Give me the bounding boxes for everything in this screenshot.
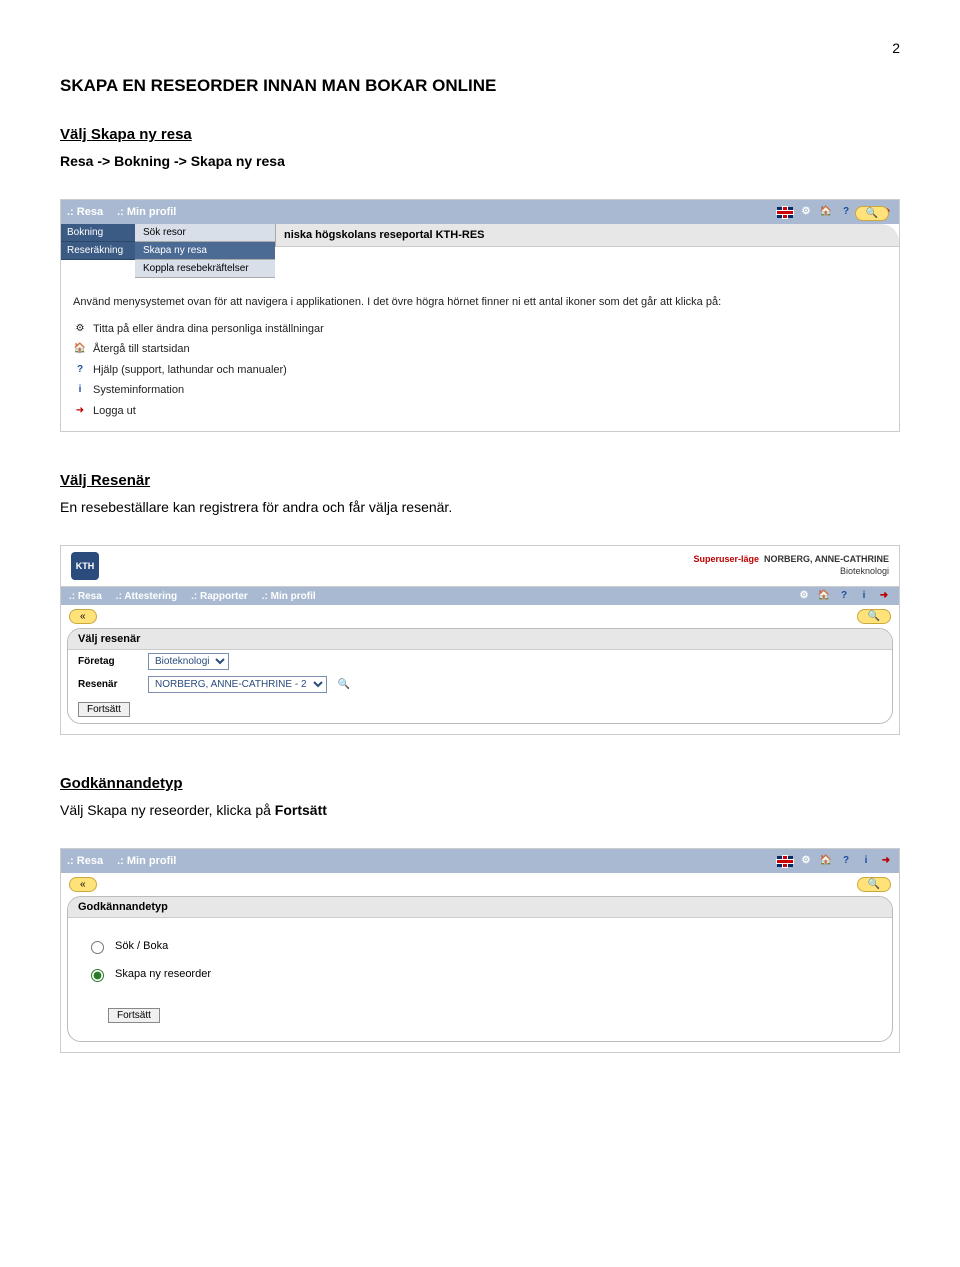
- nav-resa[interactable]: .: Resa: [67, 855, 103, 867]
- nav-attestering[interactable]: .: Attestering: [116, 591, 177, 602]
- help-item-2: Återgå till startsidan: [93, 341, 190, 358]
- help-icon: ?: [73, 364, 87, 376]
- right-chip[interactable]: 🔍: [857, 877, 891, 892]
- section-3-text: Välj Skapa ny reseorder, klicka på Forts…: [60, 802, 900, 818]
- settings-icon[interactable]: ⚙: [799, 206, 813, 218]
- panel-title: niska högskolans reseportal KTH-RES: [276, 224, 899, 247]
- left-chip[interactable]: «: [69, 877, 97, 892]
- section-1-heading: Välj Skapa ny resa: [60, 126, 900, 143]
- info-icon: i: [73, 384, 87, 396]
- section-2-text: En resebeställare kan registrera för and…: [60, 499, 900, 515]
- select-resenar[interactable]: NORBERG, ANNE-CATHRINE - 2: [148, 676, 327, 693]
- top-menu: .: Resa .: Min profil ⚙ 🏠 ? i ➜: [61, 849, 899, 873]
- submenu: Sök resor Skapa ny resa Koppla resebekrä…: [135, 224, 275, 278]
- left-chip[interactable]: «: [69, 609, 97, 624]
- nav-min-profil[interactable]: .: Min profil: [117, 855, 176, 867]
- page-number: 2: [60, 40, 900, 56]
- user-meta: Superuser-läge NORBERG, ANNE-CATHRINE Bi…: [693, 554, 889, 577]
- submenu-koppla[interactable]: Koppla resebekräftelser: [135, 260, 275, 278]
- nav-min-profil[interactable]: .: Min profil: [117, 206, 176, 218]
- side-reserakning[interactable]: Reseräkning: [61, 242, 135, 260]
- section-2-heading: Välj Resenär: [60, 472, 900, 489]
- select-foretag[interactable]: Bioteknologi: [148, 653, 229, 670]
- kth-logo: KTH: [71, 552, 99, 580]
- section-3-heading: Godkännandetyp: [60, 775, 900, 792]
- nav-rapporter[interactable]: .: Rapporter: [191, 591, 248, 602]
- home-icon[interactable]: 🏠: [819, 206, 833, 218]
- top-menu: .: Resa .: Min profil ⚙ 🏠 ? i ➜: [61, 200, 899, 224]
- search-chip[interactable]: 🔍: [855, 206, 889, 221]
- settings-icon: ⚙: [73, 323, 87, 335]
- main-heading: SKAPA EN RESEORDER INNAN MAN BOKAR ONLIN…: [60, 76, 900, 96]
- label-foretag: Företag: [78, 656, 138, 667]
- home-icon[interactable]: 🏠: [817, 590, 831, 602]
- help-icon[interactable]: ?: [837, 590, 851, 602]
- screenshot-3: .: Resa .: Min profil ⚙ 🏠 ? i ➜ « 🔍 Godk…: [60, 848, 900, 1053]
- logout-icon[interactable]: ➜: [879, 855, 893, 867]
- flag-uk-icon[interactable]: [777, 207, 793, 218]
- label-sok-boka: Sök / Boka: [115, 940, 168, 952]
- side-bokning[interactable]: Bokning: [61, 224, 135, 242]
- nav-resa[interactable]: .: Resa: [67, 206, 103, 218]
- help-item-4: Systeminformation: [93, 382, 184, 399]
- home-icon[interactable]: 🏠: [819, 855, 833, 867]
- panel-title: Godkännandetyp: [68, 897, 892, 918]
- settings-icon[interactable]: ⚙: [799, 855, 813, 867]
- home-icon: 🏠: [73, 343, 87, 355]
- info-icon[interactable]: i: [857, 590, 871, 602]
- screenshot-1: .: Resa .: Min profil ⚙ 🏠 ? i ➜ Bokning …: [60, 199, 900, 432]
- label-resenar: Resenär: [78, 679, 138, 690]
- submenu-skapa-ny-resa[interactable]: Skapa ny resa: [135, 242, 275, 260]
- side-nav: Bokning Reseräkning: [61, 224, 135, 260]
- fortsatt-button[interactable]: Fortsätt: [78, 702, 130, 717]
- radio-sok-boka[interactable]: [91, 941, 104, 954]
- help-item-3: Hjälp (support, lathundar och manualer): [93, 362, 287, 379]
- help-icon[interactable]: ?: [839, 855, 853, 867]
- logout-icon: ➜: [73, 405, 87, 417]
- right-chip[interactable]: 🔍: [857, 609, 891, 624]
- fortsatt-button[interactable]: Fortsätt: [108, 1008, 160, 1023]
- help-item-5: Logga ut: [93, 403, 136, 420]
- nav-bar: .: Resa .: Attestering .: Rapporter .: M…: [61, 587, 899, 605]
- flag-uk-icon[interactable]: [777, 856, 793, 867]
- lookup-icon[interactable]: 🔍: [337, 679, 351, 691]
- logout-icon[interactable]: ➜: [877, 590, 891, 602]
- intro-text: Använd menysystemet ovan för att naviger…: [73, 294, 887, 311]
- settings-icon[interactable]: ⚙: [797, 590, 811, 602]
- section-1-text: Resa -> Bokning -> Skapa ny resa: [60, 153, 900, 169]
- screenshot-2: KTH Superuser-läge NORBERG, ANNE-CATHRIN…: [60, 545, 900, 735]
- help-item-1: Titta på eller ändra dina personliga ins…: [93, 321, 324, 338]
- radio-skapa-ny-reseorder[interactable]: [91, 969, 104, 982]
- panel-title: Välj resenär: [68, 629, 892, 650]
- help-icon[interactable]: ?: [839, 206, 853, 218]
- label-skapa-ny-reseorder: Skapa ny reseorder: [115, 968, 211, 980]
- nav-min-profil[interactable]: .: Min profil: [262, 591, 316, 602]
- submenu-sok-resor[interactable]: Sök resor: [135, 224, 275, 242]
- nav-resa[interactable]: .: Resa: [69, 591, 102, 602]
- info-icon[interactable]: i: [859, 855, 873, 867]
